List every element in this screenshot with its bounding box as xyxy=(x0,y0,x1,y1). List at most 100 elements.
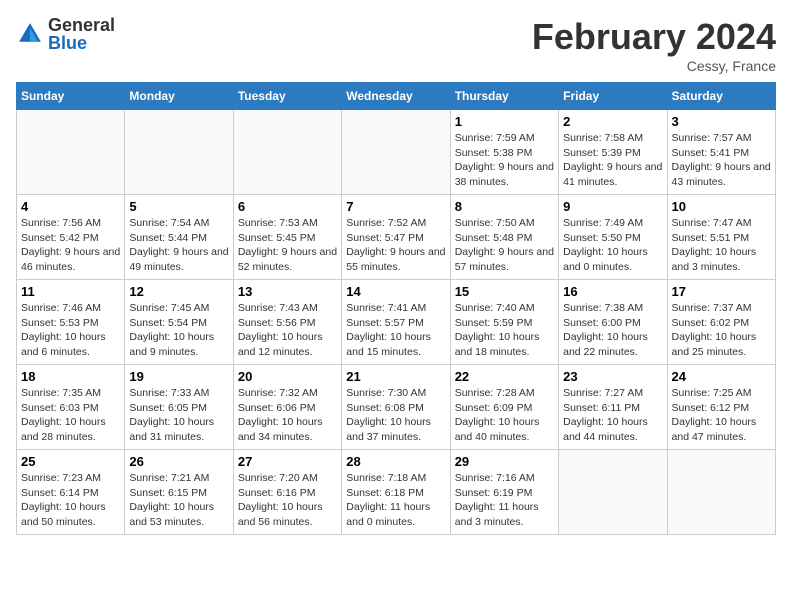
sunset-text: Sunset: 5:53 PM xyxy=(21,316,120,331)
sunset-text: Sunset: 6:06 PM xyxy=(238,401,337,416)
daylight-text: Daylight: 10 hours and 3 minutes. xyxy=(672,245,771,274)
sunrise-text: Sunrise: 7:47 AM xyxy=(672,216,771,231)
calendar-cell: 21Sunrise: 7:30 AMSunset: 6:08 PMDayligh… xyxy=(342,365,450,450)
daylight-text: Daylight: 10 hours and 0 minutes. xyxy=(563,245,662,274)
sunset-text: Sunset: 6:15 PM xyxy=(129,486,228,501)
calendar-cell: 28Sunrise: 7:18 AMSunset: 6:18 PMDayligh… xyxy=(342,450,450,535)
month-title: February 2024 xyxy=(532,16,776,58)
sunrise-text: Sunrise: 7:57 AM xyxy=(672,131,771,146)
sunrise-text: Sunrise: 7:28 AM xyxy=(455,386,554,401)
day-number: 24 xyxy=(672,369,771,384)
sunset-text: Sunset: 6:16 PM xyxy=(238,486,337,501)
calendar-cell xyxy=(667,450,775,535)
day-info: Sunrise: 7:50 AMSunset: 5:48 PMDaylight:… xyxy=(455,216,554,275)
sunset-text: Sunset: 5:39 PM xyxy=(563,146,662,161)
daylight-text: Daylight: 9 hours and 57 minutes. xyxy=(455,245,554,274)
day-number: 13 xyxy=(238,284,337,299)
day-number: 7 xyxy=(346,199,445,214)
day-number: 19 xyxy=(129,369,228,384)
sunrise-text: Sunrise: 7:59 AM xyxy=(455,131,554,146)
daylight-text: Daylight: 10 hours and 37 minutes. xyxy=(346,415,445,444)
day-info: Sunrise: 7:27 AMSunset: 6:11 PMDaylight:… xyxy=(563,386,662,445)
sunset-text: Sunset: 5:59 PM xyxy=(455,316,554,331)
day-number: 29 xyxy=(455,454,554,469)
daylight-text: Daylight: 10 hours and 22 minutes. xyxy=(563,330,662,359)
calendar-cell xyxy=(125,110,233,195)
sunrise-text: Sunrise: 7:30 AM xyxy=(346,386,445,401)
calendar-cell: 6Sunrise: 7:53 AMSunset: 5:45 PMDaylight… xyxy=(233,195,341,280)
daylight-text: Daylight: 10 hours and 18 minutes. xyxy=(455,330,554,359)
sunset-text: Sunset: 5:44 PM xyxy=(129,231,228,246)
calendar-cell: 20Sunrise: 7:32 AMSunset: 6:06 PMDayligh… xyxy=(233,365,341,450)
day-info: Sunrise: 7:35 AMSunset: 6:03 PMDaylight:… xyxy=(21,386,120,445)
title-area: February 2024 Cessy, France xyxy=(532,16,776,74)
calendar-cell xyxy=(342,110,450,195)
daylight-text: Daylight: 10 hours and 40 minutes. xyxy=(455,415,554,444)
day-info: Sunrise: 7:57 AMSunset: 5:41 PMDaylight:… xyxy=(672,131,771,190)
calendar-cell: 3Sunrise: 7:57 AMSunset: 5:41 PMDaylight… xyxy=(667,110,775,195)
sunrise-text: Sunrise: 7:43 AM xyxy=(238,301,337,316)
location: Cessy, France xyxy=(532,58,776,74)
calendar-cell: 27 Sunrise: 7:20 AMSunset: 6:16 PMDayligh… xyxy=(233,450,341,535)
sunrise-text: Sunrise: 7:45 AM xyxy=(129,301,228,316)
day-info: Sunrise: 7:32 AMSunset: 6:06 PMDaylight:… xyxy=(238,386,337,445)
sunrise-text: Sunrise: 7:54 AM xyxy=(129,216,228,231)
page-header: General Blue February 2024 Cessy, France xyxy=(16,16,776,74)
day-info: Sunrise: 7:30 AMSunset: 6:08 PMDaylight:… xyxy=(346,386,445,445)
sunrise-text: Sunrise: 7:58 AM xyxy=(563,131,662,146)
day-info: Sunrise: 7:46 AMSunset: 5:53 PMDaylight:… xyxy=(21,301,120,360)
day-number: 16 xyxy=(563,284,662,299)
sunrise-text: Sunrise: 7:32 AM xyxy=(238,386,337,401)
sunset-text: Sunset: 5:50 PM xyxy=(563,231,662,246)
day-number: 1 xyxy=(455,114,554,129)
day-number: 11 xyxy=(21,284,120,299)
calendar-cell: 1Sunrise: 7:59 AMSunset: 5:38 PMDaylight… xyxy=(450,110,558,195)
calendar-cell: 26Sunrise: 7:21 AMSunset: 6:15 PMDayligh… xyxy=(125,450,233,535)
calendar-header: SundayMondayTuesdayWednesdayThursdayFrid… xyxy=(17,83,776,110)
day-number: 12 xyxy=(129,284,228,299)
sunrise-text: Sunrise: 7:56 AM xyxy=(21,216,120,231)
calendar-cell: 8 Sunrise: 7:50 AMSunset: 5:48 PMDaylight… xyxy=(450,195,558,280)
daylight-text: Daylight: 9 hours and 46 minutes. xyxy=(21,245,120,274)
calendar-cell: 19Sunrise: 7:33 AMSunset: 6:05 PMDayligh… xyxy=(125,365,233,450)
day-info: Sunrise: 7:20 AMSunset: 6:16 PMDaylight:… xyxy=(238,471,337,530)
daylight-text: Daylight: 9 hours and 52 minutes. xyxy=(238,245,337,274)
daylight-text: Daylight: 10 hours and 56 minutes. xyxy=(238,500,337,529)
day-info: Sunrise: 7:25 AMSunset: 6:12 PMDaylight:… xyxy=(672,386,771,445)
calendar-week-row: 1 Sunrise: 7:59 AMSunset: 5:38 PM Daylight… xyxy=(17,110,776,195)
daylight-text: Daylight: 10 hours and 28 minutes. xyxy=(21,415,120,444)
calendar-cell: 15Sunrise: 7:40 AMSunset: 5:59 PMDayligh… xyxy=(450,280,558,365)
logo-icon xyxy=(16,20,44,48)
daylight-text: Daylight: 9 hours and 55 minutes. xyxy=(346,245,445,274)
sunset-text: Sunset: 6:03 PM xyxy=(21,401,120,416)
calendar-cell: 5Sunrise: 7:54 AMSunset: 5:44 PMDaylight… xyxy=(125,195,233,280)
sunset-text: Sunset: 5:38 PM xyxy=(455,146,554,161)
calendar-cell: 22Sunrise: 7:28 AMSunset: 6:09 PMDayligh… xyxy=(450,365,558,450)
day-info: Sunrise: 7:21 AMSunset: 6:15 PMDaylight:… xyxy=(129,471,228,530)
sunset-text: Sunset: 5:45 PM xyxy=(238,231,337,246)
sunrise-text: Sunrise: 7:20 AM xyxy=(238,471,337,486)
logo: General Blue xyxy=(16,16,115,52)
day-number: 23 xyxy=(563,369,662,384)
sunset-text: Sunset: 5:54 PM xyxy=(129,316,228,331)
day-number: 10 xyxy=(672,199,771,214)
calendar-cell: 18Sunrise: 7:35 AMSunset: 6:03 PMDayligh… xyxy=(17,365,125,450)
calendar-cell: 10Sunrise: 7:47 AMSunset: 5:51 PMDayligh… xyxy=(667,195,775,280)
sunrise-text: Sunrise: 7:27 AM xyxy=(563,386,662,401)
day-number: 17 xyxy=(672,284,771,299)
calendar-cell: 4Sunrise: 7:56 AMSunset: 5:42 PMDaylight… xyxy=(17,195,125,280)
sunset-text: Sunset: 6:02 PM xyxy=(672,316,771,331)
day-number: 22 xyxy=(455,369,554,384)
calendar-cell xyxy=(559,450,667,535)
day-number: 5 xyxy=(129,199,228,214)
daylight-text: Daylight: 9 hours and 41 minutes. xyxy=(563,160,662,189)
day-number: 2 xyxy=(563,114,662,129)
sunset-text: Sunset: 5:57 PM xyxy=(346,316,445,331)
day-number: 8 xyxy=(455,199,554,214)
day-number: 27 xyxy=(238,454,337,469)
daylight-text: Daylight: 10 hours and 6 minutes. xyxy=(21,330,120,359)
daylight-text: Daylight: 10 hours and 31 minutes. xyxy=(129,415,228,444)
weekday-header: Saturday xyxy=(667,83,775,110)
sunrise-text: Sunrise: 7:21 AM xyxy=(129,471,228,486)
day-info: Sunrise: 7:53 AMSunset: 5:45 PMDaylight:… xyxy=(238,216,337,275)
